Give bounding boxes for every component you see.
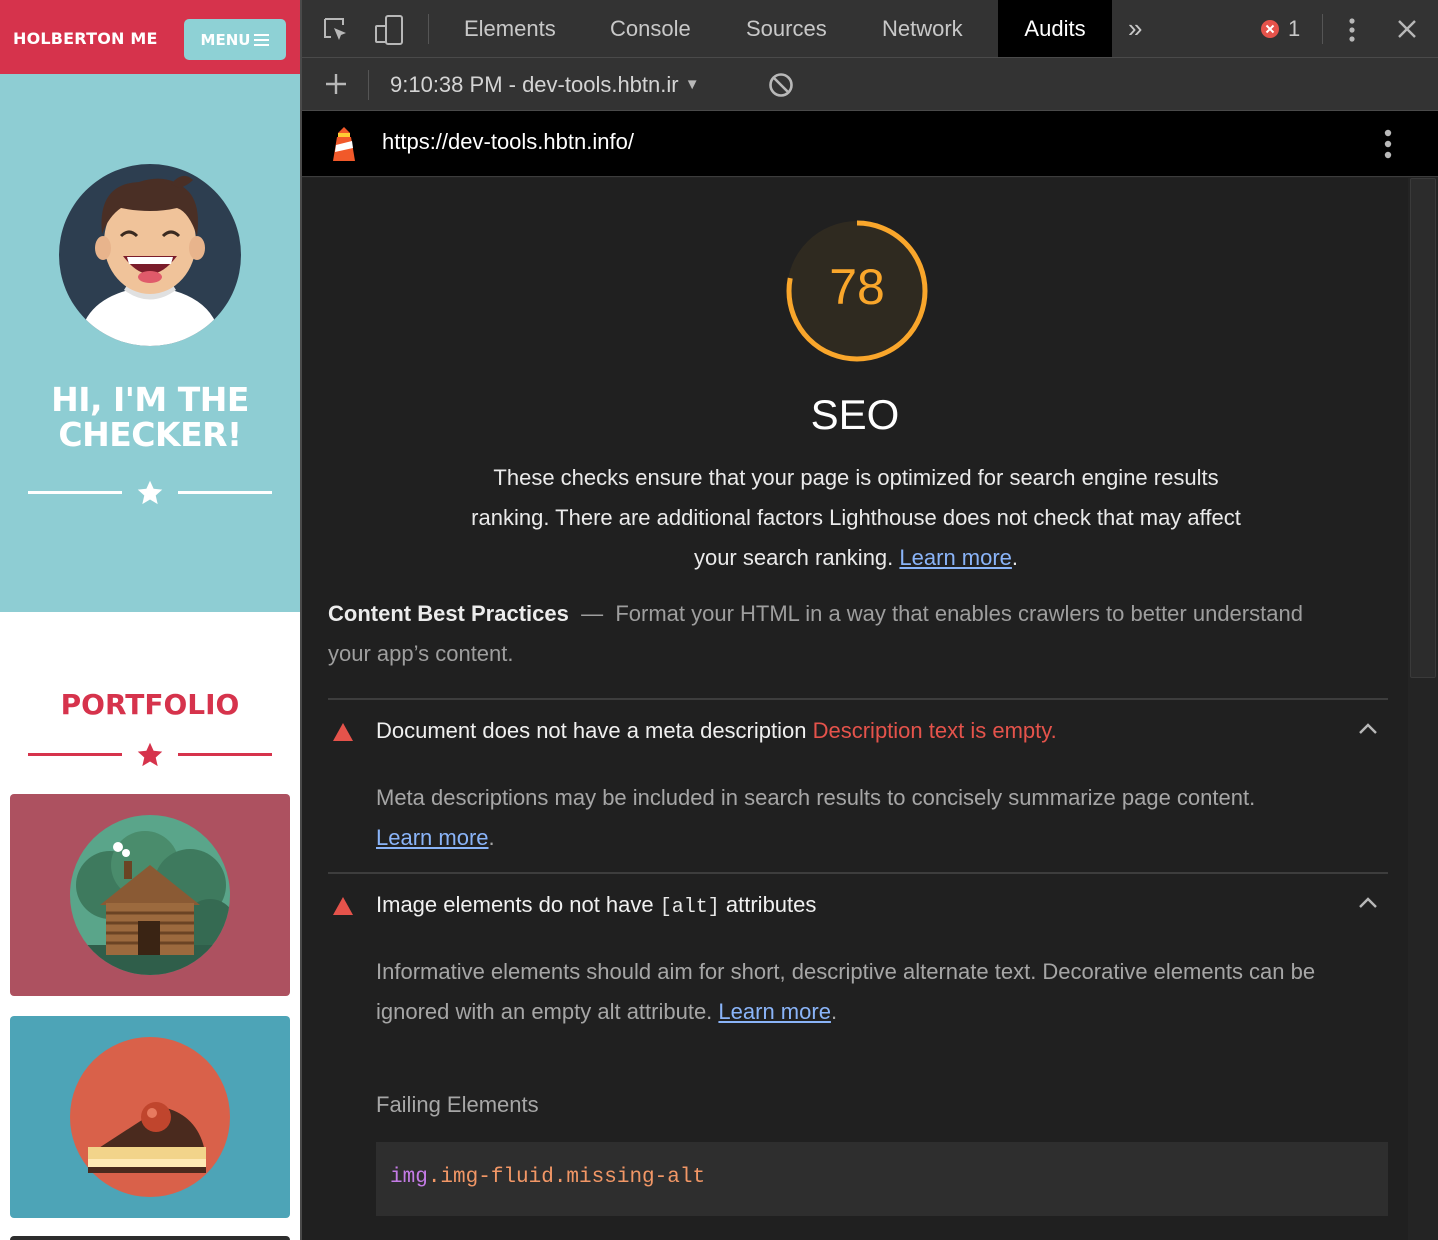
cabin-image	[70, 815, 230, 975]
audit-image-alt[interactable]: Image elements do not have [alt] attribu…	[328, 872, 1388, 1240]
report-session-label: 9:10:38 PM - dev-tools.hbtn.ir	[390, 72, 679, 97]
report-session-select[interactable]: 9:10:38 PM - dev-tools.hbtn.ir ▼	[390, 70, 700, 100]
site-navbar: HOLBERTON ME MENU	[0, 0, 300, 74]
portfolio-title: PORTFOLIO	[60, 688, 240, 721]
more-options-icon[interactable]	[1342, 16, 1362, 44]
audit-error-text: Description text is empty.	[812, 718, 1057, 743]
tab-elements[interactable]: Elements	[464, 0, 556, 57]
learn-more-link[interactable]: Learn more	[899, 545, 1012, 570]
lighthouse-icon	[333, 127, 355, 161]
avatar	[59, 164, 241, 346]
audit-title: Document does not have a meta descriptio…	[376, 718, 1057, 743]
audit-title-code: [alt]	[659, 896, 720, 919]
learn-more-link[interactable]: Learn more	[376, 825, 489, 850]
fail-triangle-icon	[333, 897, 353, 915]
report-scrollbar-thumb[interactable]	[1410, 178, 1436, 678]
menu-label: MENU	[200, 30, 251, 49]
more-tabs-chevron-icon[interactable]: »	[1128, 0, 1142, 57]
learn-more-link[interactable]: Learn more	[718, 999, 831, 1024]
error-count[interactable]: 1	[1288, 0, 1300, 57]
devtools-tabbar: Elements Console Sources Network Audits …	[302, 0, 1438, 58]
tab-sources[interactable]: Sources	[746, 0, 827, 57]
chevron-up-icon[interactable]	[1358, 896, 1378, 910]
portfolio-card-cabin[interactable]	[10, 794, 290, 996]
report-menu-icon[interactable]	[1378, 127, 1398, 161]
score-value: 78	[829, 259, 885, 315]
audit-description: Meta descriptions may be included in sea…	[376, 785, 1256, 850]
fail-triangle-icon	[333, 723, 353, 741]
star-icon	[137, 742, 163, 767]
clear-block-icon[interactable]	[768, 72, 794, 98]
dropdown-caret-icon: ▼	[684, 76, 700, 93]
group-header: Content Best Practices — Format your HTM…	[328, 601, 1303, 666]
close-icon[interactable]	[1396, 18, 1418, 40]
device-toolbar-icon[interactable]	[374, 14, 406, 46]
devtools-panel: Elements Console Sources Network Audits …	[300, 0, 1438, 1240]
site-brand-link[interactable]: HOLBERTON ME	[13, 29, 158, 48]
chevron-up-icon[interactable]	[1358, 722, 1378, 736]
failing-elements-label: Failing Elements	[376, 1092, 539, 1117]
tab-network[interactable]: Network	[882, 0, 963, 57]
hero-star-divider	[28, 478, 272, 508]
group-title: Content Best Practices	[328, 601, 569, 626]
category-title: SEO	[810, 391, 900, 438]
category-description: These checks ensure that your page is op…	[471, 465, 1241, 570]
site-hero: HI, I'M THE CHECKER!	[0, 74, 300, 612]
website-preview: HOLBERTON ME MENU HI, I'M THE CHECKER! P…	[0, 0, 300, 1240]
portfolio-card-cake[interactable]	[10, 1016, 290, 1218]
tab-audits[interactable]: Audits	[998, 0, 1112, 57]
hero-title: HI, I'M THE CHECKER!	[51, 380, 249, 454]
failing-element-row[interactable]: img.img-fluid.missing-alt	[376, 1142, 1388, 1216]
portfolio-card-next[interactable]	[10, 1236, 290, 1240]
portfolio-star-divider	[28, 740, 272, 770]
new-audit-plus-icon[interactable]	[324, 72, 348, 96]
hamburger-icon	[254, 33, 270, 46]
failing-element-selector: img.img-fluid.missing-alt	[390, 1166, 706, 1189]
audit-title: Image elements do not have [alt] attribu…	[376, 892, 817, 919]
error-icon[interactable]	[1260, 19, 1280, 39]
cake-image	[70, 1037, 230, 1197]
audit-meta-description[interactable]: Document does not have a meta descriptio…	[328, 698, 1388, 872]
audit-description: Informative elements should aim for shor…	[376, 959, 1316, 1024]
report-url-bar: https://dev-tools.hbtn.info/	[302, 111, 1438, 177]
star-icon	[137, 480, 163, 505]
audits-toolbar: 9:10:38 PM - dev-tools.hbtn.ir ▼	[302, 58, 1438, 111]
tab-console[interactable]: Console	[610, 0, 691, 57]
lighthouse-report: 78 SEO These checks ensure that your pag…	[302, 178, 1408, 1240]
site-menu-button[interactable]: MENU	[184, 19, 286, 60]
inspect-element-icon[interactable]	[322, 16, 350, 44]
report-url: https://dev-tools.hbtn.info/	[382, 129, 634, 154]
